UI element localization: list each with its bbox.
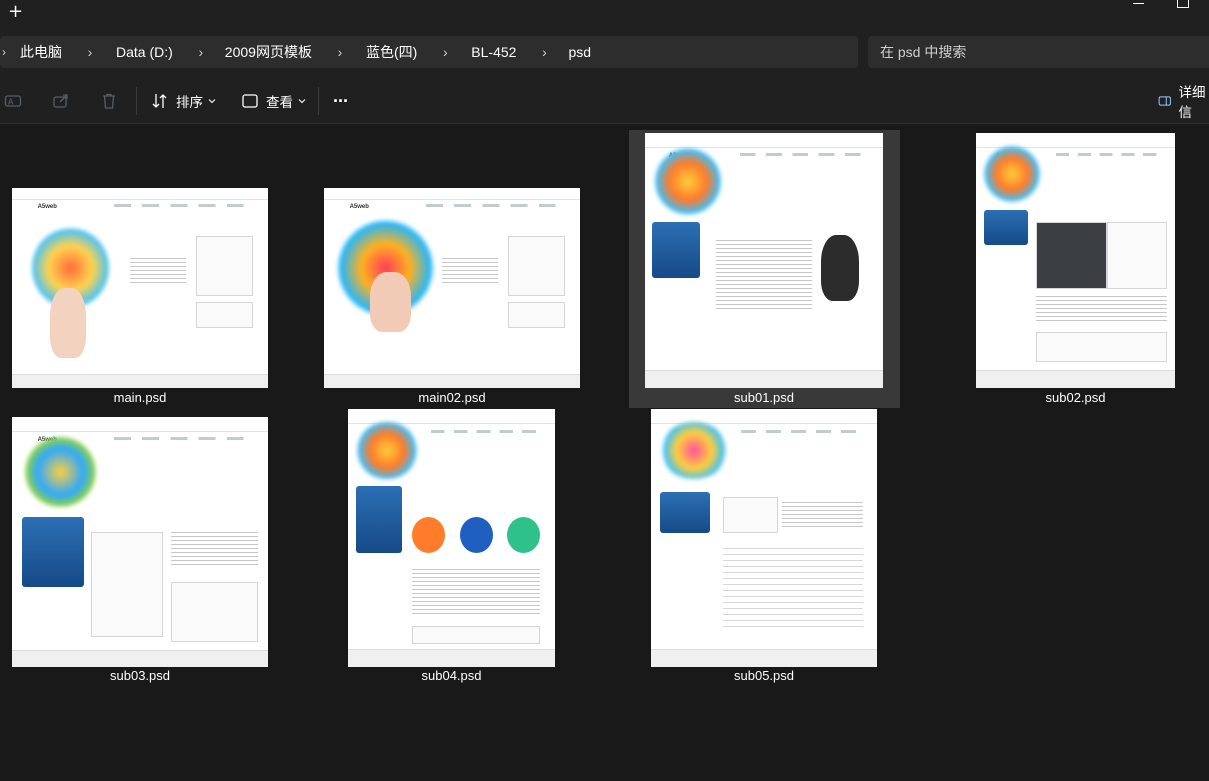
- thumbnail: A5web: [12, 188, 268, 388]
- sort-label: 排序: [176, 95, 203, 110]
- share-button[interactable]: [52, 78, 70, 124]
- thumbnail: A5web: [12, 417, 268, 667]
- file-name: sub04.psd: [421, 668, 482, 683]
- chevron-right-icon[interactable]: ›: [431, 44, 459, 60]
- file-item-sub02[interactable]: A5web sub02.psd: [962, 130, 1192, 408]
- file-item-sub03[interactable]: A5web sub03.psd: [0, 413, 280, 685]
- thumbnail: A5web: [651, 409, 877, 667]
- file-item-main02[interactable]: A5web main02.psd: [312, 185, 592, 407]
- breadcrumb-item-drive[interactable]: Data (D:): [116, 44, 173, 60]
- thumbnail: A5web: [976, 133, 1175, 388]
- breadcrumb[interactable]: › 此电脑 › Data (D:) › 2009网页模板 › 蓝色(四) › B…: [0, 36, 858, 68]
- toolbar-divider: [136, 87, 137, 115]
- breadcrumb-item-psd[interactable]: psd: [568, 44, 591, 60]
- search-box[interactable]: [868, 36, 1209, 68]
- view-label: 查看: [266, 95, 293, 110]
- breadcrumb-item-blue[interactable]: 蓝色(四): [366, 42, 417, 62]
- file-name: main.psd: [113, 390, 167, 405]
- view-button[interactable]: 查看: [241, 78, 306, 124]
- trash-icon: [103, 93, 115, 109]
- thumbnail: A5web: [324, 188, 580, 388]
- breadcrumb-item-bl452[interactable]: BL-452: [471, 44, 516, 60]
- view-icon: [242, 94, 258, 108]
- thumbnail: A5web: [645, 133, 883, 388]
- file-name: sub01.psd: [734, 390, 794, 405]
- thumbnail: A5web: [348, 409, 555, 667]
- file-item-main[interactable]: A5web main.psd: [0, 185, 280, 407]
- chevron-down-icon: [208, 99, 216, 104]
- sort-icon: [152, 94, 167, 108]
- more-options-button[interactable]: ···: [333, 78, 349, 124]
- sort-button[interactable]: 排序: [151, 78, 216, 124]
- details-label: 详细信: [1178, 85, 1206, 120]
- svg-text:A: A: [8, 98, 14, 107]
- file-name: main02.psd: [418, 390, 486, 405]
- command-bar: A 排序 查看 ··· 详细信: [0, 78, 1209, 124]
- delete-button[interactable]: [100, 78, 118, 124]
- details-pane-icon: [1158, 96, 1171, 106]
- rename-icon: A: [4, 95, 22, 107]
- more-icon: ···: [333, 90, 349, 111]
- chevron-right-icon[interactable]: ›: [530, 44, 558, 60]
- breadcrumb-item-this-pc[interactable]: 此电脑: [20, 42, 62, 62]
- chevron-right-icon[interactable]: ›: [76, 44, 104, 60]
- rename-button[interactable]: A: [4, 78, 22, 124]
- file-item-sub04[interactable]: A5web sub04.psd: [336, 405, 568, 687]
- share-icon: [53, 94, 68, 108]
- file-name: sub05.psd: [734, 668, 794, 683]
- chevron-right-icon[interactable]: ›: [326, 44, 354, 60]
- search-input[interactable]: [880, 36, 1200, 68]
- file-grid: A5web main.psd A5web main02.psd A5web: [0, 125, 1209, 781]
- details-pane-button[interactable]: 详细信: [1158, 78, 1209, 124]
- chevron-right-icon[interactable]: ›: [187, 44, 215, 60]
- chevron-down-icon: [298, 99, 306, 104]
- file-name: sub02.psd: [1045, 390, 1106, 405]
- new-tab-button[interactable]: +: [8, 1, 23, 23]
- file-name: sub03.psd: [110, 668, 170, 683]
- file-item-sub05[interactable]: A5web sub05.psd: [639, 405, 889, 687]
- file-item-sub01[interactable]: A5web sub01.psd: [629, 130, 900, 408]
- chevron-right-icon[interactable]: ›: [0, 45, 14, 59]
- minimize-icon[interactable]: [1128, 0, 1148, 6]
- toolbar-divider: [318, 87, 319, 115]
- maximize-icon[interactable]: [1177, 0, 1189, 8]
- breadcrumb-item-templates[interactable]: 2009网页模板: [225, 42, 312, 62]
- title-bar: +: [0, 0, 1209, 26]
- address-row: › 此电脑 › Data (D:) › 2009网页模板 › 蓝色(四) › B…: [0, 26, 1209, 78]
